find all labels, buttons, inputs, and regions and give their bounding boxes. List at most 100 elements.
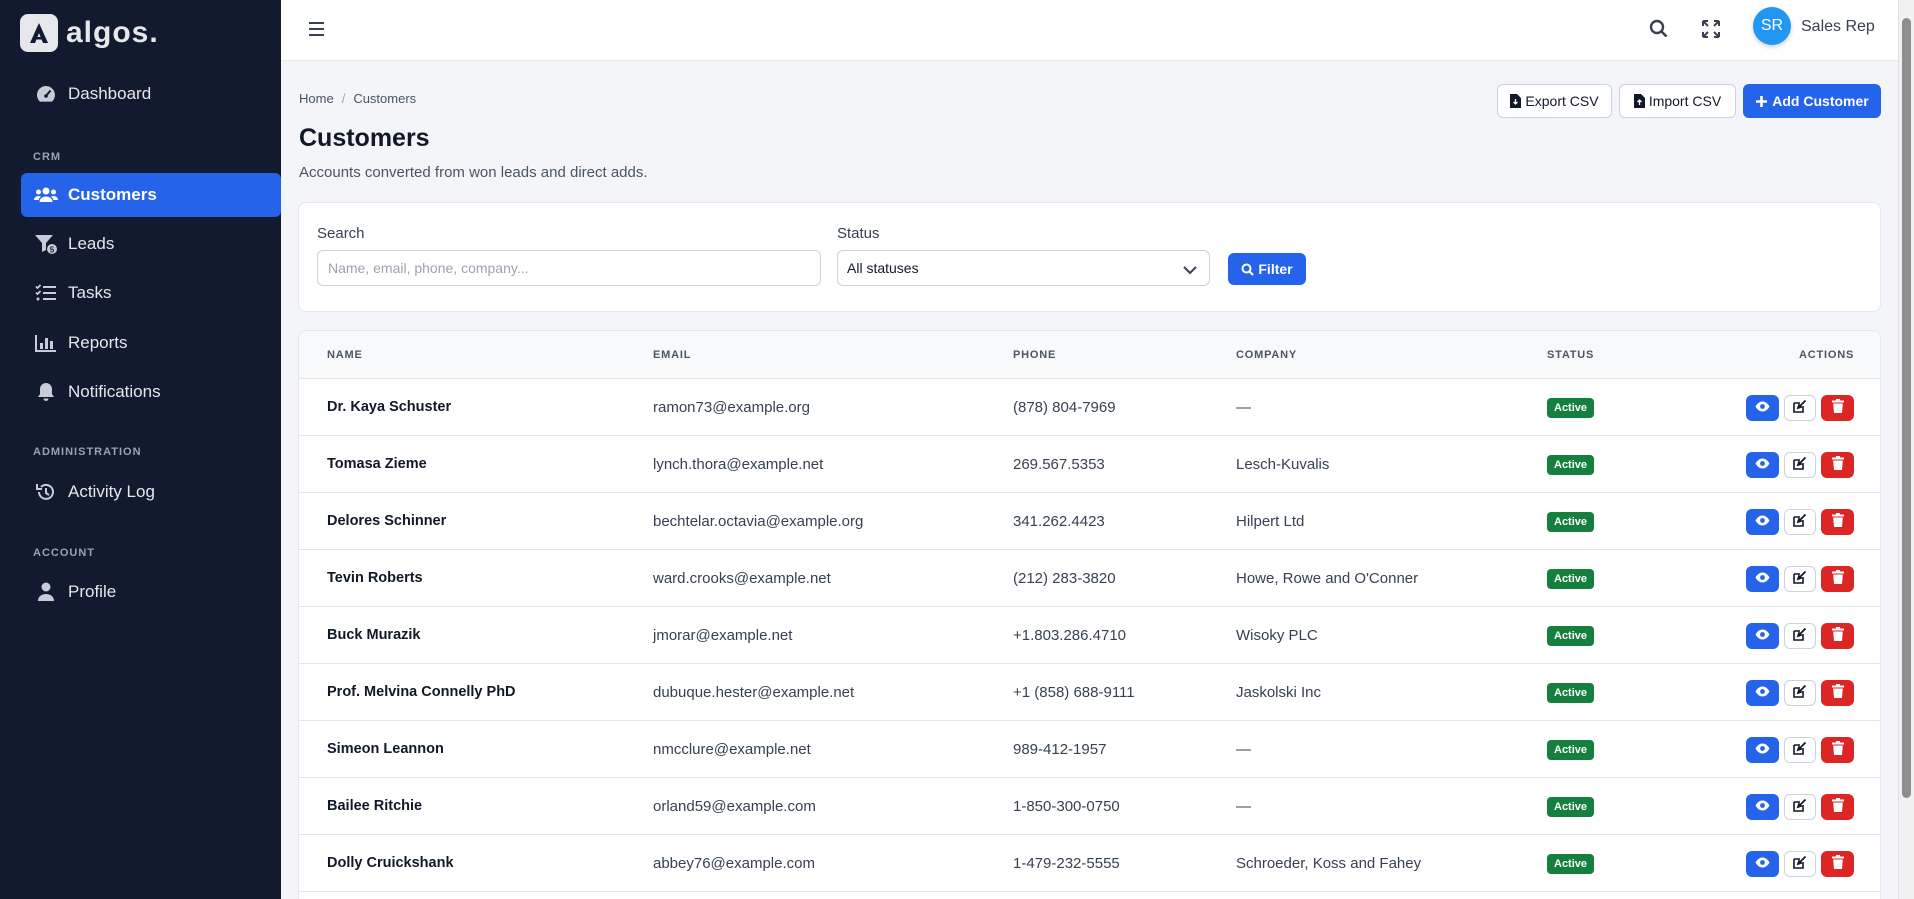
add-customer-button[interactable]: Add Customer: [1743, 84, 1881, 118]
edit-icon: [1793, 741, 1807, 760]
view-button[interactable]: [1746, 509, 1779, 535]
sidebar-item-notifications[interactable]: Notifications: [21, 370, 281, 414]
export-csv-button[interactable]: Export CSV: [1497, 84, 1612, 118]
eye-icon: [1755, 513, 1770, 531]
breadcrumb-current: Customers: [353, 91, 417, 106]
status-label: Status: [837, 225, 880, 242]
edit-icon: [1793, 513, 1807, 532]
cell-phone: 1-479-232-5555: [1013, 855, 1120, 872]
view-button[interactable]: [1746, 794, 1779, 820]
edit-button[interactable]: [1784, 851, 1816, 877]
sidebar-item-customers[interactable]: Customers: [21, 173, 281, 217]
edit-button[interactable]: [1784, 509, 1816, 535]
table-row[interactable]: Dr. Kaya Schuster ramon73@example.org (878…: [299, 379, 1880, 436]
cell-company: Jaskolski Inc: [1236, 684, 1322, 701]
user-icon: [34, 580, 58, 604]
table-row[interactable]: Buck Murazik jmorar@example.net +1.803.286…: [299, 607, 1880, 664]
edit-button[interactable]: [1784, 566, 1816, 592]
filter-button[interactable]: Filter: [1228, 253, 1306, 285]
delete-button[interactable]: [1821, 623, 1854, 649]
edit-button[interactable]: [1784, 680, 1816, 706]
table-row[interactable]: Tevin Roberts ward.crooks@example.net (212…: [299, 550, 1880, 607]
page-subtitle: Accounts converted from won leads and di…: [299, 164, 648, 181]
status-badge: Active: [1547, 854, 1595, 874]
edit-button[interactable]: [1784, 794, 1816, 820]
sidebar-item-activity-log[interactable]: Activity Log: [21, 470, 281, 514]
fullscreen-icon[interactable]: [1699, 17, 1723, 41]
search-input[interactable]: [317, 250, 821, 286]
cell-name[interactable]: Bailee Ritchie: [327, 798, 422, 814]
cell-company: —: [1236, 399, 1251, 416]
cell-email: orland59@example.com: [653, 798, 816, 815]
column-header-status[interactable]: STATUS: [1547, 349, 1594, 361]
table-row[interactable]: Prof. Melvina Connelly PhD dubuque.hester…: [299, 664, 1880, 721]
delete-button[interactable]: [1821, 851, 1854, 877]
column-header-phone[interactable]: PHONE: [1013, 349, 1056, 361]
sidebar-item-profile[interactable]: Profile: [21, 570, 281, 614]
delete-button[interactable]: [1821, 794, 1854, 820]
add-customer-label: Add Customer: [1772, 93, 1869, 109]
edit-button[interactable]: [1784, 395, 1816, 421]
column-header-name[interactable]: NAME: [327, 349, 363, 361]
view-button[interactable]: [1746, 623, 1779, 649]
bell-icon: [34, 380, 58, 404]
page-scrollbar[interactable]: [1898, 0, 1914, 899]
view-button[interactable]: [1746, 395, 1779, 421]
delete-button[interactable]: [1821, 509, 1854, 535]
sidebar-item-label: Profile: [68, 582, 117, 601]
import-csv-button[interactable]: Import CSV: [1619, 84, 1736, 118]
cell-name[interactable]: Dr. Kaya Schuster: [327, 399, 451, 415]
trash-icon: [1831, 626, 1844, 646]
table-row[interactable]: Tomasa Zieme lynch.thora@example.net 269.5…: [299, 436, 1880, 493]
cell-name[interactable]: Tevin Roberts: [327, 570, 423, 586]
cell-name[interactable]: Delores Schinner: [327, 513, 446, 529]
table-row[interactable]: Delores Schinner bechtelar.octavia@exampl…: [299, 493, 1880, 550]
breadcrumb: Home / Customers: [299, 91, 416, 106]
sidebar-item-leads[interactable]: 5 Leads: [21, 222, 281, 266]
brand[interactable]: algos.: [0, 0, 281, 66]
cell-name[interactable]: Dolly Cruickshank: [327, 855, 454, 871]
scrollbar-thumb[interactable]: [1902, 18, 1911, 798]
edit-button[interactable]: [1784, 737, 1816, 763]
delete-button[interactable]: [1821, 395, 1854, 421]
topbar: SR Sales Rep: [281, 0, 1898, 61]
trash-icon: [1831, 398, 1844, 418]
edit-icon: [1793, 456, 1807, 475]
user-name[interactable]: Sales Rep: [1801, 18, 1875, 36]
sidebar-item-tasks[interactable]: Tasks: [21, 271, 281, 315]
cell-name[interactable]: Simeon Leannon: [327, 741, 444, 757]
sidebar-item-label: Tasks: [68, 283, 112, 302]
edit-button[interactable]: [1784, 623, 1816, 649]
sidebar-item-dashboard[interactable]: Dashboard: [21, 72, 281, 116]
sidebar: algos. Dashboard CRM Customers 5 Leads T…: [0, 0, 281, 899]
view-button[interactable]: [1746, 566, 1779, 592]
breadcrumb-home[interactable]: Home: [299, 91, 334, 106]
status-select[interactable]: All statuses: [837, 250, 1210, 286]
column-header-company[interactable]: COMPANY: [1236, 349, 1297, 361]
edit-button[interactable]: [1784, 452, 1816, 478]
view-button[interactable]: [1746, 680, 1779, 706]
cell-company: Hilpert Ltd: [1236, 513, 1305, 530]
table-row[interactable]: Simeon Leannon nmcclure@example.net 989-41…: [299, 721, 1880, 778]
view-button[interactable]: [1746, 452, 1779, 478]
avatar[interactable]: SR: [1753, 7, 1791, 45]
cell-name[interactable]: Prof. Melvina Connelly PhD: [327, 684, 516, 700]
menu-icon[interactable]: [305, 17, 329, 41]
delete-button[interactable]: [1821, 680, 1854, 706]
view-button[interactable]: [1746, 737, 1779, 763]
eye-icon: [1755, 741, 1770, 759]
delete-button[interactable]: [1821, 566, 1854, 592]
column-header-email[interactable]: EMAIL: [653, 349, 691, 361]
cell-company: Schroeder, Koss and Fahey: [1236, 855, 1422, 872]
logo-icon: [20, 14, 58, 52]
cell-name[interactable]: Tomasa Zieme: [327, 456, 427, 472]
search-icon[interactable]: [1647, 17, 1671, 41]
delete-button[interactable]: [1821, 452, 1854, 478]
table-row[interactable]: Dolly Cruickshank abbey76@example.com 1-47…: [299, 835, 1880, 892]
sidebar-item-reports[interactable]: Reports: [21, 321, 281, 365]
cell-name[interactable]: Buck Murazik: [327, 627, 420, 643]
delete-button[interactable]: [1821, 737, 1854, 763]
table-row[interactable]: Bailee Ritchie orland59@example.com 1-850-…: [299, 778, 1880, 835]
tachometer-icon: [34, 82, 58, 106]
view-button[interactable]: [1746, 851, 1779, 877]
